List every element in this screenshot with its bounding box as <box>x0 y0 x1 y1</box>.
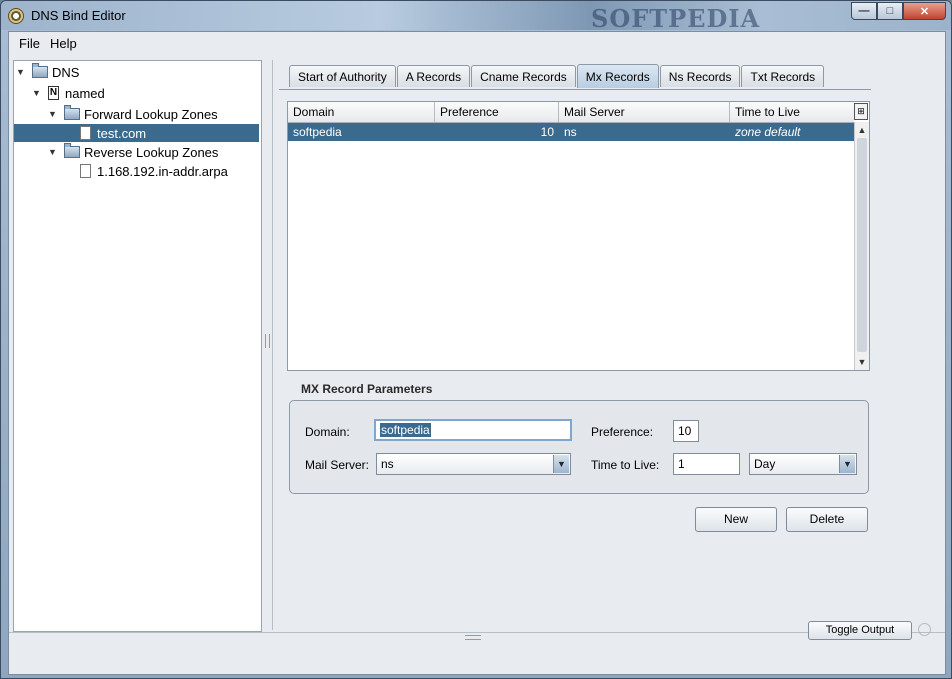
column-header-preference[interactable]: Preference <box>435 102 559 122</box>
app-icon <box>8 8 24 24</box>
expand-triangle-icon[interactable]: ▼ <box>48 109 58 119</box>
status-indicator-icon <box>918 623 931 636</box>
tab-cname-records[interactable]: Cname Records <box>471 65 576 87</box>
domain-input[interactable]: softpedia <box>374 419 572 441</box>
zone-tree[interactable]: ▼ DNS ▼ N named ▼ Forward Lookup Zones t… <box>13 60 262 632</box>
preference-input[interactable]: 10 <box>673 420 699 442</box>
record-tabs: Start of Authority A Records Cname Recor… <box>289 64 825 89</box>
scroll-thumb[interactable] <box>857 138 867 352</box>
expand-triangle-icon[interactable]: ▼ <box>32 88 42 98</box>
tree-label: Forward Lookup Zones <box>84 106 218 122</box>
tree-label: test.com <box>97 125 147 141</box>
table-scrollbar[interactable]: ▲ ▼ <box>854 122 869 370</box>
expand-triangle-icon[interactable]: ▼ <box>16 67 26 77</box>
menu-bar: File Help <box>9 32 945 54</box>
records-pane: Start of Authority A Records Cname Recor… <box>272 60 945 630</box>
column-header-ttl[interactable]: Time to Live <box>730 102 854 122</box>
tree-node-forward-zones[interactable]: ▼ Forward Lookup Zones <box>48 105 218 123</box>
column-header-domain[interactable]: Domain <box>288 102 435 122</box>
chevron-down-icon[interactable]: ▼ <box>553 455 569 473</box>
menu-help[interactable]: Help <box>45 36 82 51</box>
horizontal-split-handle[interactable] <box>9 632 945 641</box>
maximize-button[interactable]: □ <box>877 2 903 20</box>
column-header-mail-server[interactable]: Mail Server <box>559 102 730 122</box>
watermark-logo: SOFTPEDIA <box>591 4 761 33</box>
menu-file[interactable]: File <box>14 36 45 51</box>
vertical-split-handle[interactable] <box>265 60 271 630</box>
ttl-unit-value: Day <box>754 457 776 471</box>
tab-divider <box>279 89 871 90</box>
title-bar[interactable]: DNS Bind Editor SOFTPEDIA — □ ✕ <box>1 1 951 33</box>
folder-open-icon <box>32 63 48 78</box>
window-controls: — □ ✕ <box>851 2 946 20</box>
ttl-input[interactable]: 1 <box>673 453 740 475</box>
mail-server-label: Mail Server: <box>305 458 370 472</box>
domain-input-value: softpedia <box>380 423 431 437</box>
domain-label: Domain: <box>305 425 350 439</box>
scroll-down-icon[interactable]: ▼ <box>855 355 869 369</box>
tree-node-reverse-arpa[interactable]: 1.168.192.in-addr.arpa <box>80 162 228 180</box>
mx-records-table[interactable]: Domain Preference Mail Server Time to Li… <box>287 101 870 371</box>
tab-a-records[interactable]: A Records <box>396 65 471 87</box>
grip-icon <box>265 334 270 348</box>
tab-start-of-authority[interactable]: Start of Authority <box>289 65 396 87</box>
tree-label: DNS <box>52 64 80 80</box>
chevron-down-icon[interactable]: ▼ <box>839 455 855 473</box>
mx-params-group: Domain: softpedia Preference: 10 Mail Se… <box>289 400 869 494</box>
table-header: Domain Preference Mail Server Time to Li… <box>288 102 854 123</box>
tab-ns-records[interactable]: Ns Records <box>659 65 741 87</box>
named-file-icon: N <box>48 86 59 100</box>
scroll-up-icon[interactable]: ▲ <box>855 123 869 137</box>
preference-label: Preference: <box>591 425 654 439</box>
tab-txt-records[interactable]: Txt Records <box>741 65 825 87</box>
cell-domain: softpedia <box>293 125 342 139</box>
folder-open-icon <box>64 143 80 158</box>
app-window: DNS Bind Editor SOFTPEDIA — □ ✕ File Hel… <box>0 0 952 679</box>
table-row[interactable]: softpedia 10 ns zone default <box>288 123 854 141</box>
client-area: File Help ▼ DNS ▼ N named ▼ Forward Look… <box>8 31 946 675</box>
tree-label: Reverse Lookup Zones <box>84 144 219 160</box>
mail-server-value: ns <box>381 457 394 471</box>
grip-icon <box>465 635 481 640</box>
tab-mx-records[interactable]: Mx Records <box>576 64 659 88</box>
tree-node-reverse-zones[interactable]: ▼ Reverse Lookup Zones <box>48 143 218 161</box>
tree-label: named <box>65 85 105 101</box>
cell-ttl: zone default <box>735 125 801 139</box>
tree-label: 1.168.192.in-addr.arpa <box>97 163 228 179</box>
toggle-output-button[interactable]: Toggle Output <box>808 621 912 640</box>
file-icon <box>80 164 91 178</box>
ttl-label: Time to Live: <box>591 458 660 472</box>
new-button[interactable]: New <box>695 507 777 532</box>
mail-server-combo[interactable]: ns ▼ <box>376 453 571 475</box>
tree-node-named[interactable]: ▼ N named <box>32 84 105 102</box>
tree-node-dns[interactable]: ▼ DNS <box>16 63 79 81</box>
folder-open-icon <box>64 105 80 120</box>
cell-mail-server: ns <box>564 125 577 139</box>
tree-node-test-com[interactable]: test.com <box>14 124 259 142</box>
expand-triangle-icon[interactable]: ▼ <box>48 147 58 157</box>
close-button[interactable]: ✕ <box>903 2 946 20</box>
window-title: DNS Bind Editor <box>31 8 126 23</box>
column-control-icon[interactable]: ⊞ <box>854 103 868 120</box>
params-group-title: MX Record Parameters <box>301 382 433 396</box>
cell-preference: 10 <box>540 125 554 139</box>
file-icon <box>80 126 91 140</box>
ttl-unit-combo[interactable]: Day ▼ <box>749 453 857 475</box>
minimize-button[interactable]: — <box>851 2 877 20</box>
delete-button[interactable]: Delete <box>786 507 868 532</box>
